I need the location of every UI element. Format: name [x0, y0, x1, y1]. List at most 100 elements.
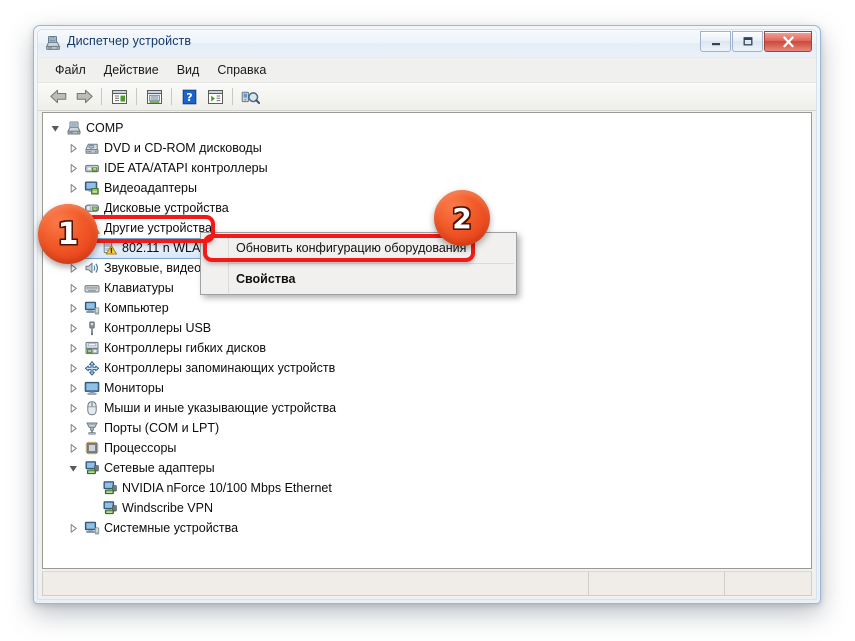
port-icon: [84, 420, 100, 436]
maximize-button[interactable]: [732, 31, 763, 52]
device-manager-window: Диспетчер устройств Файл Действие Вид Сп…: [33, 25, 821, 604]
tree-row[interactable]: DVD и CD-ROM дисководы: [43, 138, 811, 158]
monitor-icon: [84, 380, 100, 396]
toolbar-separator: [171, 88, 172, 105]
status-pane-tertiary: [725, 572, 811, 595]
back-icon[interactable]: [45, 85, 71, 108]
tree-row[interactable]: Видеоадаптеры: [43, 178, 811, 198]
expand-arrow-closed-icon[interactable]: [68, 403, 79, 414]
expand-arrow-closed-icon[interactable]: [68, 383, 79, 394]
tree-row[interactable]: Сетевые адаптеры: [43, 458, 811, 478]
tree-row-label: IDE ATA/ATAPI контроллеры: [104, 161, 268, 175]
ctx-properties-label: Свойства: [236, 272, 296, 286]
ctx-properties[interactable]: Свойства: [201, 266, 516, 292]
expand-arrow-closed-icon[interactable]: [68, 283, 79, 294]
expand-arrow-closed-icon[interactable]: [68, 423, 79, 434]
expand-arrow-closed-icon[interactable]: [68, 163, 79, 174]
window-controls: [699, 31, 812, 52]
tree-row[interactable]: Контроллеры гибких дисков: [43, 338, 811, 358]
tree-row-root[interactable]: COMP: [43, 118, 811, 138]
menu-bar: Файл Действие Вид Справка: [38, 58, 816, 83]
tree-row[interactable]: IDE ATA/ATAPI контроллеры: [43, 158, 811, 178]
callout-badge-2-number: 2: [452, 201, 472, 235]
tree-row[interactable]: Мыши и иные указывающие устройства: [43, 398, 811, 418]
network-adapter-icon: [84, 460, 100, 476]
usb-controller-icon: [84, 320, 100, 336]
expand-arrow-closed-icon[interactable]: [68, 443, 79, 454]
close-button[interactable]: [764, 31, 812, 52]
tree-row-label: Системные устройства: [104, 521, 239, 535]
tree-row-label: Другие устройства: [104, 221, 212, 235]
expand-arrow-closed-icon[interactable]: [68, 323, 79, 334]
title-bar[interactable]: Диспетчер устройств: [38, 30, 816, 58]
callout-badge-1-number: 1: [57, 216, 79, 252]
network-adapter-icon: [102, 500, 118, 516]
system-device-icon: [84, 520, 100, 536]
tree-row[interactable]: Порты (COM и LPT): [43, 418, 811, 438]
tree-row[interactable]: Дисковые устройства: [43, 198, 811, 218]
network-adapter-icon: [102, 480, 118, 496]
tree-row[interactable]: Контроллеры USB: [43, 318, 811, 338]
tree-row-label: Windscribe VPN: [122, 501, 213, 515]
dvd-icon: [84, 140, 100, 156]
menu-file[interactable]: Файл: [46, 60, 95, 80]
tree-row[interactable]: Мониторы: [43, 378, 811, 398]
tree-row-label: 802.11 n WLAN: [122, 241, 210, 255]
tree-row-label: COMP: [86, 121, 124, 135]
menu-help[interactable]: Справка: [208, 60, 275, 80]
tree-row-label: Контроллеры запоминающих устройств: [104, 361, 336, 375]
expand-arrow-closed-icon[interactable]: [68, 143, 79, 154]
expand-arrow-closed-icon[interactable]: [68, 303, 79, 314]
tree-row-label: Видеоадаптеры: [104, 181, 197, 195]
callout-badge-1: 1: [38, 204, 98, 264]
computer-root-icon: [66, 120, 82, 136]
tree-row[interactable]: Компьютер: [43, 298, 811, 318]
processor-icon: [84, 440, 100, 456]
tree-row[interactable]: Контроллеры запоминающих устройств: [43, 358, 811, 378]
device-tree: COMP DVD и CD-ROM дисководы IDE ATA/ATAPI …: [43, 113, 811, 538]
expand-arrow-closed-icon[interactable]: [68, 183, 79, 194]
tree-row[interactable]: Системные устройства: [43, 518, 811, 538]
forward-icon[interactable]: [71, 85, 97, 108]
floppy-controller-icon: [84, 340, 100, 356]
ctx-scan-hardware-label: Обновить конфигурацию оборудования: [236, 241, 467, 255]
menu-action[interactable]: Действие: [95, 60, 168, 80]
tree-row-label: Компьютер: [104, 301, 169, 315]
tree-row-label: Процессоры: [104, 441, 177, 455]
status-bar: [42, 571, 812, 596]
scan-hardware-icon[interactable]: [237, 85, 263, 108]
minimize-button[interactable]: [700, 31, 731, 52]
expand-arrow-open-icon[interactable]: [50, 123, 61, 134]
show-hide-tree-icon[interactable]: [106, 85, 132, 108]
toolbar-separator: [101, 88, 102, 105]
properties-icon[interactable]: [141, 85, 167, 108]
expand-arrow-closed-icon[interactable]: [68, 343, 79, 354]
tree-row-label: Мыши и иные указывающие устройства: [104, 401, 337, 415]
expand-arrow-closed-icon[interactable]: [68, 523, 79, 534]
expand-arrow-closed-icon[interactable]: [68, 263, 79, 274]
tree-row-label: Клавиатуры: [104, 281, 174, 295]
update-driver-icon[interactable]: [202, 85, 228, 108]
mouse-icon: [84, 400, 100, 416]
window-title: Диспетчер устройств: [67, 34, 192, 48]
keyboard-icon: [84, 280, 100, 296]
toolbar-separator: [232, 88, 233, 105]
expand-arrow-closed-icon[interactable]: [68, 363, 79, 374]
tree-row-label: Сетевые адаптеры: [104, 461, 215, 475]
device-tree-panel[interactable]: COMP DVD и CD-ROM дисководы IDE ATA/ATAPI …: [42, 112, 812, 569]
menu-view[interactable]: Вид: [168, 60, 209, 80]
tree-row-label: Дисковые устройства: [104, 201, 229, 215]
tree-row[interactable]: Windscribe VPN: [43, 498, 811, 518]
computer-icon: [84, 300, 100, 316]
help-icon[interactable]: ?: [176, 85, 202, 108]
storage-controller-icon: [84, 360, 100, 376]
expand-arrow-open-icon[interactable]: [68, 463, 79, 474]
tree-row-label: Контроллеры гибких дисков: [104, 341, 267, 355]
tree-row[interactable]: NVIDIA nForce 10/100 Mbps Ethernet: [43, 478, 811, 498]
tree-row-label: Порты (COM и LPT): [104, 421, 220, 435]
tree-row-label: Мониторы: [104, 381, 164, 395]
tree-row-label: Контроллеры USB: [104, 321, 212, 335]
tree-row[interactable]: Процессоры: [43, 438, 811, 458]
